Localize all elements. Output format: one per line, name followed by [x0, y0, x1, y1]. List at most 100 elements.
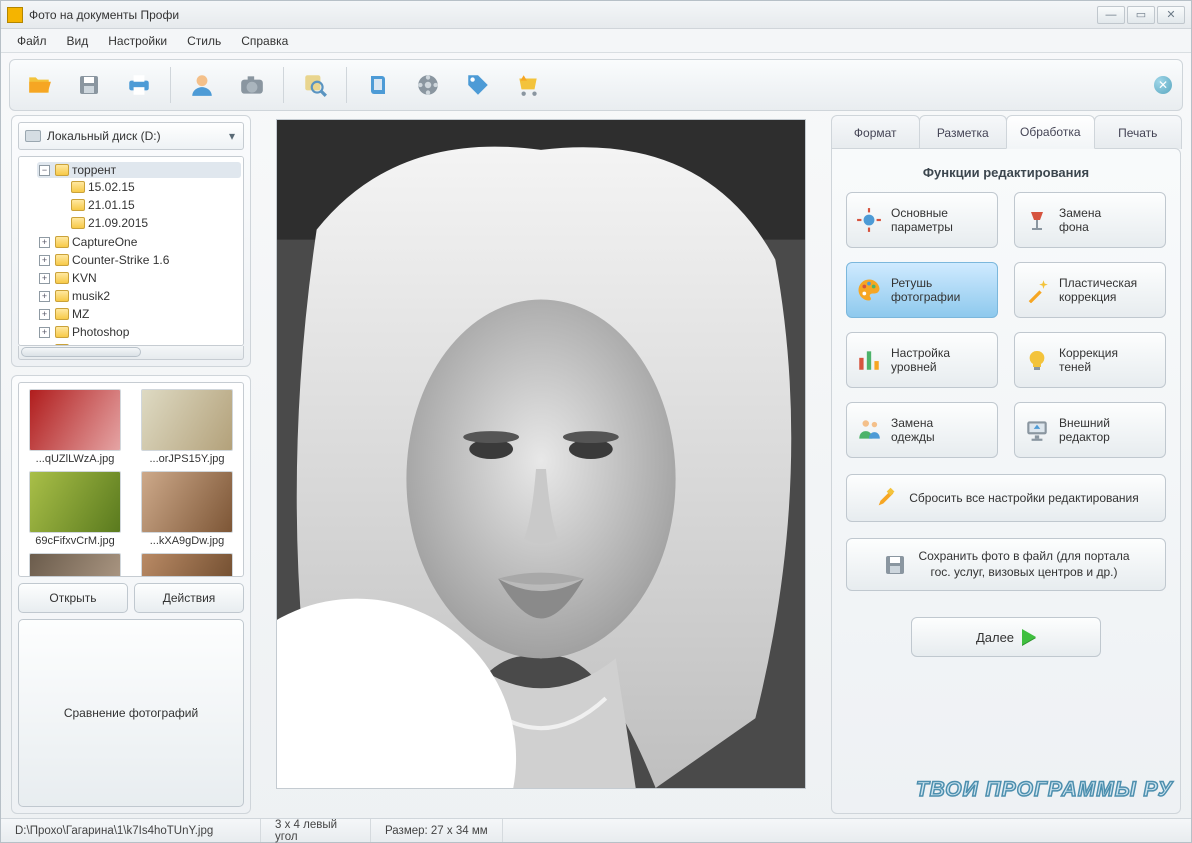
func-label-l1: Внешний — [1059, 416, 1110, 430]
tree-label: MZ — [72, 307, 89, 321]
toolbar-close-icon[interactable]: ✕ — [1154, 76, 1172, 94]
wand-icon — [1023, 276, 1051, 304]
expand-icon[interactable]: + — [39, 327, 50, 338]
func-clothes-button[interactable]: Заменаодежды — [846, 402, 998, 458]
compare-button[interactable]: Сравнение фотографий — [18, 619, 244, 808]
menu-view[interactable]: Вид — [59, 31, 97, 51]
arrow-right-icon — [1022, 629, 1036, 645]
monitor-icon — [1023, 416, 1051, 444]
toolbar-camera-button[interactable] — [229, 64, 275, 106]
func-gear-button[interactable]: Основныепараметры — [846, 192, 998, 248]
cart-icon — [513, 70, 543, 100]
expand-icon[interactable]: + — [39, 255, 50, 266]
thumbnail-item[interactable]: e4Izc-e6n-s.jpg — [135, 553, 239, 577]
menu-style[interactable]: Стиль — [179, 31, 229, 51]
drive-selector[interactable]: Локальный диск (D:) ▾ — [18, 122, 244, 150]
func-wand-button[interactable]: Пластическаякоррекция — [1014, 262, 1166, 318]
minimize-button[interactable]: — — [1097, 6, 1125, 24]
thumbnail-filename: ...orJPS15Y.jpg — [149, 453, 224, 465]
tree-item[interactable]: + Photoshop — [37, 324, 241, 340]
func-label-l2: уровней — [891, 360, 950, 374]
floppy-icon — [74, 70, 104, 100]
toolbar-cart-button[interactable] — [505, 64, 551, 106]
menu-help[interactable]: Справка — [233, 31, 296, 51]
zoom-icon — [300, 70, 330, 100]
menu-settings[interactable]: Настройки — [100, 31, 175, 51]
func-bars-button[interactable]: Настройкауровней — [846, 332, 998, 388]
book-icon — [363, 70, 393, 100]
tab-format[interactable]: Формат — [831, 115, 920, 149]
collapse-icon[interactable]: − — [39, 165, 50, 176]
toolbar-video-button[interactable] — [405, 64, 451, 106]
tree-item[interactable]: 15.02.15 — [53, 179, 241, 195]
tree-item[interactable]: +KVN — [37, 270, 241, 286]
expand-icon[interactable]: + — [39, 273, 50, 284]
tree-label: Photoshop — [72, 325, 129, 339]
thumbnail-item[interactable]: ...orJPS15Y.jpg — [135, 389, 239, 469]
folder-tree[interactable]: − торрент 15.02.15 21.01.15 21.09.2015 + Ca… — [18, 156, 244, 346]
menu-file[interactable]: Файл — [9, 31, 55, 51]
thumbnail-item[interactable]: coreldeaq-2.png — [23, 553, 127, 577]
tree-label: 21.01.15 — [88, 198, 135, 212]
tree-item-root[interactable]: − торрент — [37, 162, 241, 178]
toolbar-print-button[interactable] — [116, 64, 162, 106]
menu-bar: Файл Вид Настройки Стиль Справка — [1, 29, 1191, 53]
toolbar-user-button[interactable] — [179, 64, 225, 106]
func-bulb-button[interactable]: Коррекциятеней — [1014, 332, 1166, 388]
tree-label: CaptureOne — [72, 235, 137, 249]
user-icon — [187, 70, 217, 100]
toolbar-zoom-button[interactable] — [292, 64, 338, 106]
expand-icon[interactable]: + — [39, 291, 50, 302]
thumbnail-image — [29, 389, 121, 451]
func-label-l2: параметры — [891, 220, 953, 234]
thumbnail-image — [141, 389, 233, 451]
next-label: Далее — [976, 630, 1014, 645]
maximize-button[interactable]: ▭ — [1127, 6, 1155, 24]
reset-button[interactable]: Сбросить все настройки редактирования — [846, 474, 1166, 522]
right-tabs: Формат Разметка Обработка Печать — [831, 115, 1181, 149]
status-corner: 3 x 4 левый угол — [261, 819, 371, 842]
folder-icon — [55, 308, 69, 320]
thumbnail-item[interactable]: ...kXA9gDw.jpg — [135, 471, 239, 551]
tab-print[interactable]: Печать — [1094, 115, 1183, 149]
thumbnail-filename: ...kXA9gDw.jpg — [150, 535, 225, 547]
expand-icon[interactable]: + — [39, 237, 50, 248]
toolbar-tag-button[interactable] — [455, 64, 501, 106]
tree-item[interactable]: 21.01.15 — [53, 197, 241, 213]
tab-layout[interactable]: Разметка — [919, 115, 1008, 149]
tree-item[interactable]: + CaptureOne — [37, 234, 241, 250]
tree-item[interactable]: +Counter-Strike 1.6 — [37, 252, 241, 268]
tree-label: 15.02.15 — [88, 180, 135, 194]
next-button[interactable]: Далее — [911, 617, 1101, 657]
func-lamp-button[interactable]: Заменафона — [1014, 192, 1166, 248]
thumbnail-grid[interactable]: ...qUZlLWzA.jpg ...orJPS15Y.jpg 69cFifxvCr… — [18, 382, 244, 577]
tree-item[interactable]: 21.09.2015 — [53, 215, 241, 231]
save-file-button[interactable]: Сохранить фото в файл (для порталагос. у… — [846, 538, 1166, 591]
thumbnail-item[interactable]: 69cFifxvCrM.jpg — [23, 471, 127, 551]
reset-label: Сбросить все настройки редактирования — [909, 491, 1139, 505]
brush-icon — [873, 485, 899, 511]
tree-item[interactable]: + MZ — [37, 306, 241, 322]
expand-icon[interactable]: + — [39, 309, 50, 320]
actions-button[interactable]: Действия — [134, 583, 244, 613]
file-browser-panel: Локальный диск (D:) ▾ − торрент 15.02.15… — [11, 115, 251, 367]
toolbar-help-button[interactable] — [355, 64, 401, 106]
close-button[interactable]: ✕ — [1157, 6, 1185, 24]
folder-icon — [71, 217, 85, 229]
tab-processing[interactable]: Обработка — [1006, 115, 1095, 149]
tree-label: торрент — [72, 163, 116, 177]
func-monitor-button[interactable]: Внешнийредактор — [1014, 402, 1166, 458]
open-button[interactable]: Открыть — [18, 583, 128, 613]
thumbnail-item[interactable]: ...qUZlLWzA.jpg — [23, 389, 127, 469]
preview-area — [261, 115, 821, 814]
toolbar-open-button[interactable] — [16, 64, 62, 106]
folder-icon — [55, 236, 69, 248]
tree-hscroll[interactable] — [18, 346, 244, 360]
thumbnail-filename: 69cFifxvCrM.jpg — [35, 535, 114, 547]
tree-label: musik2 — [72, 289, 110, 303]
tree-item[interactable]: + musik2 — [37, 288, 241, 304]
func-palette-button[interactable]: Ретушьфотографии — [846, 262, 998, 318]
photo-preview[interactable] — [276, 119, 806, 789]
toolbar-save-button[interactable] — [66, 64, 112, 106]
tag-icon — [463, 70, 493, 100]
